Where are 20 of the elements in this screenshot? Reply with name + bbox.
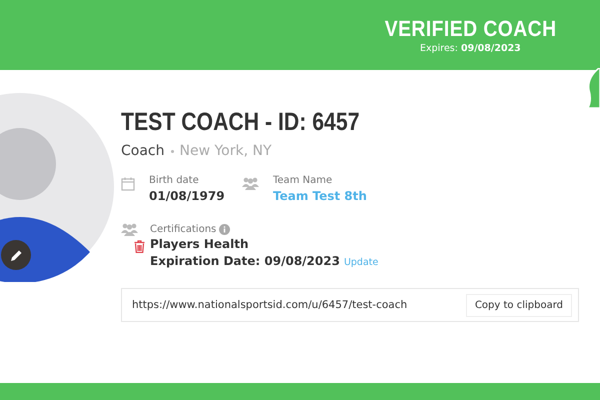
profile-name: TEST COACH - ID: 6457 (121, 108, 361, 137)
group-icon (121, 223, 138, 236)
pencil-icon (10, 248, 22, 262)
role-text: Coach (121, 143, 164, 159)
badge-title: VERIFIED COACH (384, 16, 556, 42)
field-label: Birth date (149, 175, 200, 186)
certification-name: Players Health (150, 237, 250, 251)
group-icon (242, 177, 259, 190)
expiry-text: Expires: 09/08/2023 (420, 43, 521, 54)
expiration-date: Expiration Date: 09/08/2023 (150, 254, 340, 268)
url-field[interactable]: https://www.nationalsportsid.com/u/6457/test-coach Copy to clipboard (121, 288, 579, 322)
calendar-icon (121, 177, 135, 191)
trash-icon[interactable] (134, 240, 145, 253)
profile-url: https://www.nationalsportsid.com/u/6457/test-coach (132, 299, 408, 311)
info-icon[interactable] (219, 224, 230, 235)
field-label: Team Name (273, 175, 334, 186)
location-text: New York, NY (180, 143, 272, 159)
field-label: Certifications (150, 224, 216, 235)
field-value: 01/08/1979 (149, 189, 225, 203)
copy-button[interactable]: Copy to clipboard (466, 294, 572, 316)
